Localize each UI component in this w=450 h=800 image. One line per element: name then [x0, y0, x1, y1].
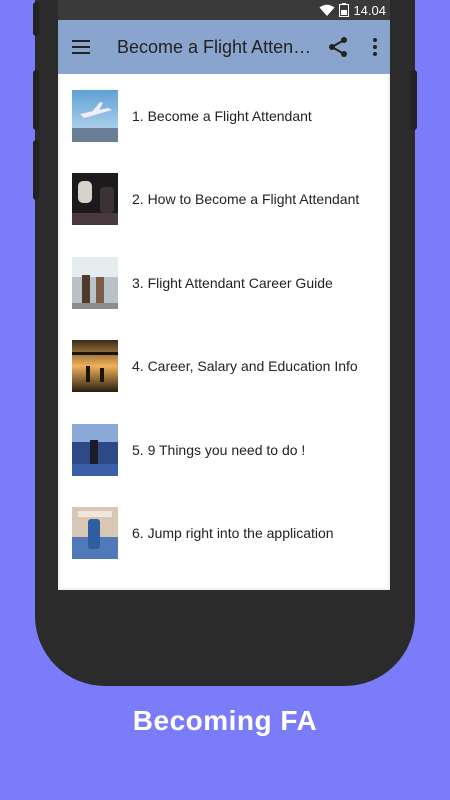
- cabin-interior-thumbnail: [72, 507, 118, 560]
- list-item[interactable]: 3. Flight Attendant Career Guide: [60, 241, 388, 325]
- list-item-label: 4. Career, Salary and Education Info: [132, 358, 358, 375]
- list-item-label: 5. 9 Things you need to do !: [132, 441, 306, 458]
- more-options-icon[interactable]: [363, 35, 387, 59]
- phone-side-button: [33, 70, 39, 130]
- share-icon[interactable]: [326, 35, 350, 59]
- hamburger-menu-icon[interactable]: [58, 20, 104, 74]
- list-item[interactable]: 1. Become a Flight Attendant: [60, 74, 388, 158]
- phone-side-button: [33, 2, 39, 36]
- page-title: Become a Flight Attendant: [117, 36, 317, 57]
- status-time: 14.04: [353, 2, 386, 18]
- list-item-label: 1. Become a Flight Attendant: [132, 107, 312, 124]
- wifi-icon: [319, 4, 335, 16]
- airplane-thumbnail: [72, 89, 118, 142]
- phone-side-button: [33, 140, 39, 200]
- phone-side-button: [411, 70, 417, 130]
- topic-list: 1. Become a Flight Attendant 2. How to B…: [60, 74, 388, 588]
- brand-caption: Becoming FA: [132, 705, 318, 736]
- airport-crew-thumbnail: [72, 256, 118, 309]
- list-item[interactable]: 6. Jump right into the application: [60, 492, 388, 576]
- list-item[interactable]: 2. How to Become a Flight Attendant: [60, 158, 388, 242]
- list-item[interactable]: 4. Career, Salary and Education Info: [60, 325, 388, 409]
- airport-sunset-thumbnail: [72, 340, 118, 393]
- battery-icon: [339, 3, 350, 17]
- list-item[interactable]: 5. 9 Things you need to do !: [60, 408, 388, 492]
- terminal-thumbnail: [72, 423, 118, 476]
- list-item-label: 3. Flight Attendant Career Guide: [132, 274, 333, 291]
- app-bar: Become a Flight Attendant: [58, 20, 390, 74]
- list-item-label: 6. Jump right into the application: [132, 525, 334, 542]
- cabin-window-thumbnail: [72, 173, 118, 226]
- phone-screen: 14.04 Become a Flight Attendant 1. Becom…: [58, 0, 390, 590]
- list-item-label: 2. How to Become a Flight Attendant: [132, 191, 360, 208]
- status-bar: 14.04: [58, 0, 390, 20]
